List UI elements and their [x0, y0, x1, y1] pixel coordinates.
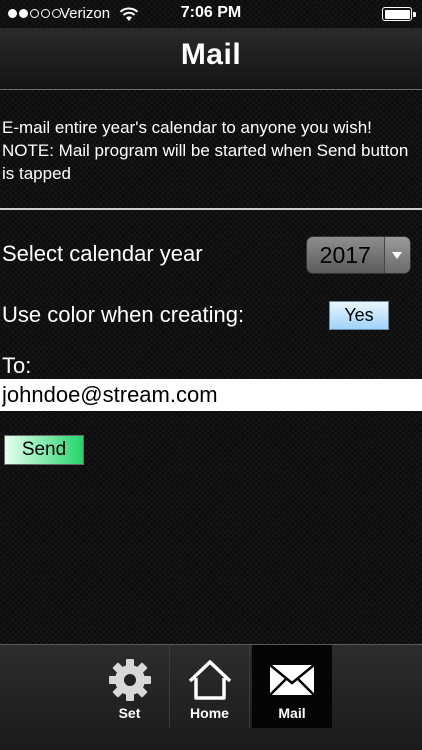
year-label: Select calendar year — [2, 241, 203, 266]
year-select[interactable]: 2017 — [306, 236, 411, 274]
divider — [0, 208, 422, 210]
tab-label-set: Set — [118, 705, 141, 721]
recipient-email-input[interactable] — [0, 379, 422, 411]
mail-screen: Verizon 7:06 PM Mail E-mail entire year'… — [0, 0, 422, 750]
battery-icon — [382, 7, 416, 21]
tab-bar: Set Home Mail — [0, 644, 422, 750]
use-color-toggle-button[interactable]: Yes — [329, 301, 389, 330]
home-icon — [188, 660, 231, 700]
tab-mail[interactable]: Mail — [252, 645, 332, 728]
dropdown-arrow-icon[interactable] — [383, 237, 410, 273]
status-bar: Verizon 7:06 PM — [0, 0, 422, 28]
year-value: 2017 — [319, 242, 371, 268]
status-time: 7:06 PM — [180, 4, 242, 21]
tab-label-mail: Mail — [278, 705, 306, 721]
send-button[interactable]: Send — [4, 435, 84, 465]
page-title: Mail — [180, 38, 242, 71]
tab-home[interactable]: Home — [170, 645, 250, 728]
mail-description: E-mail entire year's calendar to anyone … — [2, 118, 409, 183]
navigation-bar: Mail — [0, 28, 422, 90]
to-label: To: — [2, 353, 32, 378]
gear-icon — [108, 659, 151, 701]
mail-icon — [269, 664, 315, 696]
tab-set[interactable]: Set — [90, 645, 170, 728]
color-label: Use color when creating: — [2, 302, 245, 327]
tab-label-home: Home — [190, 705, 229, 721]
